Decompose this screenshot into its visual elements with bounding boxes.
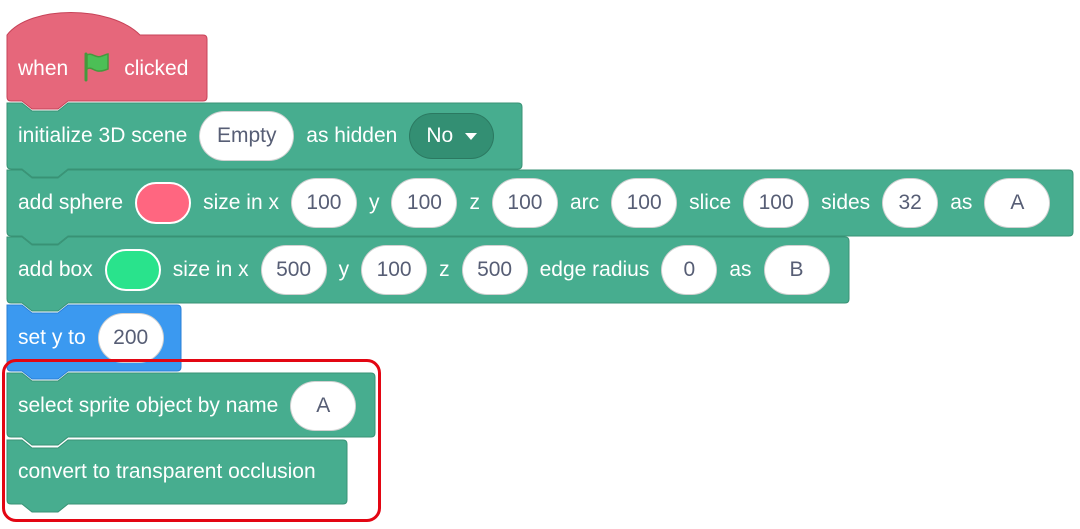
box-y-label: y	[338, 258, 350, 281]
box-as-label: as	[729, 258, 752, 281]
set-y-input[interactable]: 200	[97, 313, 164, 363]
sphere-arc-input[interactable]: 100	[611, 178, 678, 228]
set-y-block[interactable]: set y to 200	[18, 305, 164, 371]
select-sprite-name-input[interactable]: A	[290, 381, 357, 431]
sphere-color-swatch[interactable]	[135, 182, 192, 224]
add-box-block[interactable]: add box size in x 500 y 100 z 500 edge r…	[18, 237, 830, 303]
box-y-input[interactable]: 100	[361, 245, 428, 295]
initialize-scene-label: initialize 3D scene	[18, 124, 188, 147]
when-label: when	[18, 57, 69, 80]
set-y-label: set y to	[18, 326, 86, 349]
script-canvas: when clicked initialize 3D scene Empty a…	[0, 0, 1080, 529]
sphere-name-input[interactable]: A	[984, 178, 1051, 228]
sphere-size-label: size in x	[203, 191, 279, 214]
hidden-dropdown-value: No	[426, 124, 454, 147]
sphere-arc-label: arc	[569, 191, 600, 214]
when-flag-clicked-block[interactable]: when clicked	[18, 36, 188, 102]
initialize-scene-block[interactable]: initialize 3D scene Empty as hidden No	[18, 103, 495, 169]
chevron-down-icon	[465, 132, 478, 140]
convert-occlusion-block[interactable]: convert to transparent occlusion	[18, 440, 316, 504]
select-sprite-label: select sprite object by name	[18, 394, 279, 417]
sphere-y-label: y	[368, 191, 380, 214]
sphere-z-label: z	[469, 191, 480, 214]
add-sphere-label: add sphere	[18, 191, 124, 214]
sphere-as-label: as	[950, 191, 973, 214]
scene-type-input[interactable]: Empty	[199, 111, 295, 161]
box-color-swatch[interactable]	[104, 249, 161, 291]
sphere-sides-label: sides	[821, 191, 871, 214]
box-z-input[interactable]: 500	[461, 245, 528, 295]
add-box-label: add box	[18, 258, 93, 281]
sphere-slice-label: slice	[689, 191, 732, 214]
box-edge-radius-label: edge radius	[539, 258, 650, 281]
sphere-y-input[interactable]: 100	[391, 178, 458, 228]
add-sphere-block[interactable]: add sphere size in x 100 y 100 z 100 arc…	[18, 170, 1051, 236]
green-flag-icon	[80, 50, 112, 88]
as-hidden-label: as hidden	[306, 124, 398, 147]
hidden-dropdown[interactable]: No	[409, 113, 495, 159]
sphere-x-input[interactable]: 100	[290, 178, 357, 228]
select-sprite-object-block[interactable]: select sprite object by name A	[18, 373, 357, 439]
sphere-sides-input[interactable]: 32	[882, 178, 939, 228]
sphere-z-input[interactable]: 100	[491, 178, 558, 228]
box-edge-radius-input[interactable]: 0	[661, 245, 718, 295]
box-z-label: z	[439, 258, 450, 281]
sphere-slice-input[interactable]: 100	[743, 178, 810, 228]
box-size-label: size in x	[172, 258, 249, 281]
clicked-label: clicked	[124, 57, 189, 80]
box-x-input[interactable]: 500	[260, 245, 327, 295]
convert-occlusion-label: convert to transparent occlusion	[18, 460, 316, 483]
box-name-input[interactable]: B	[763, 245, 830, 295]
